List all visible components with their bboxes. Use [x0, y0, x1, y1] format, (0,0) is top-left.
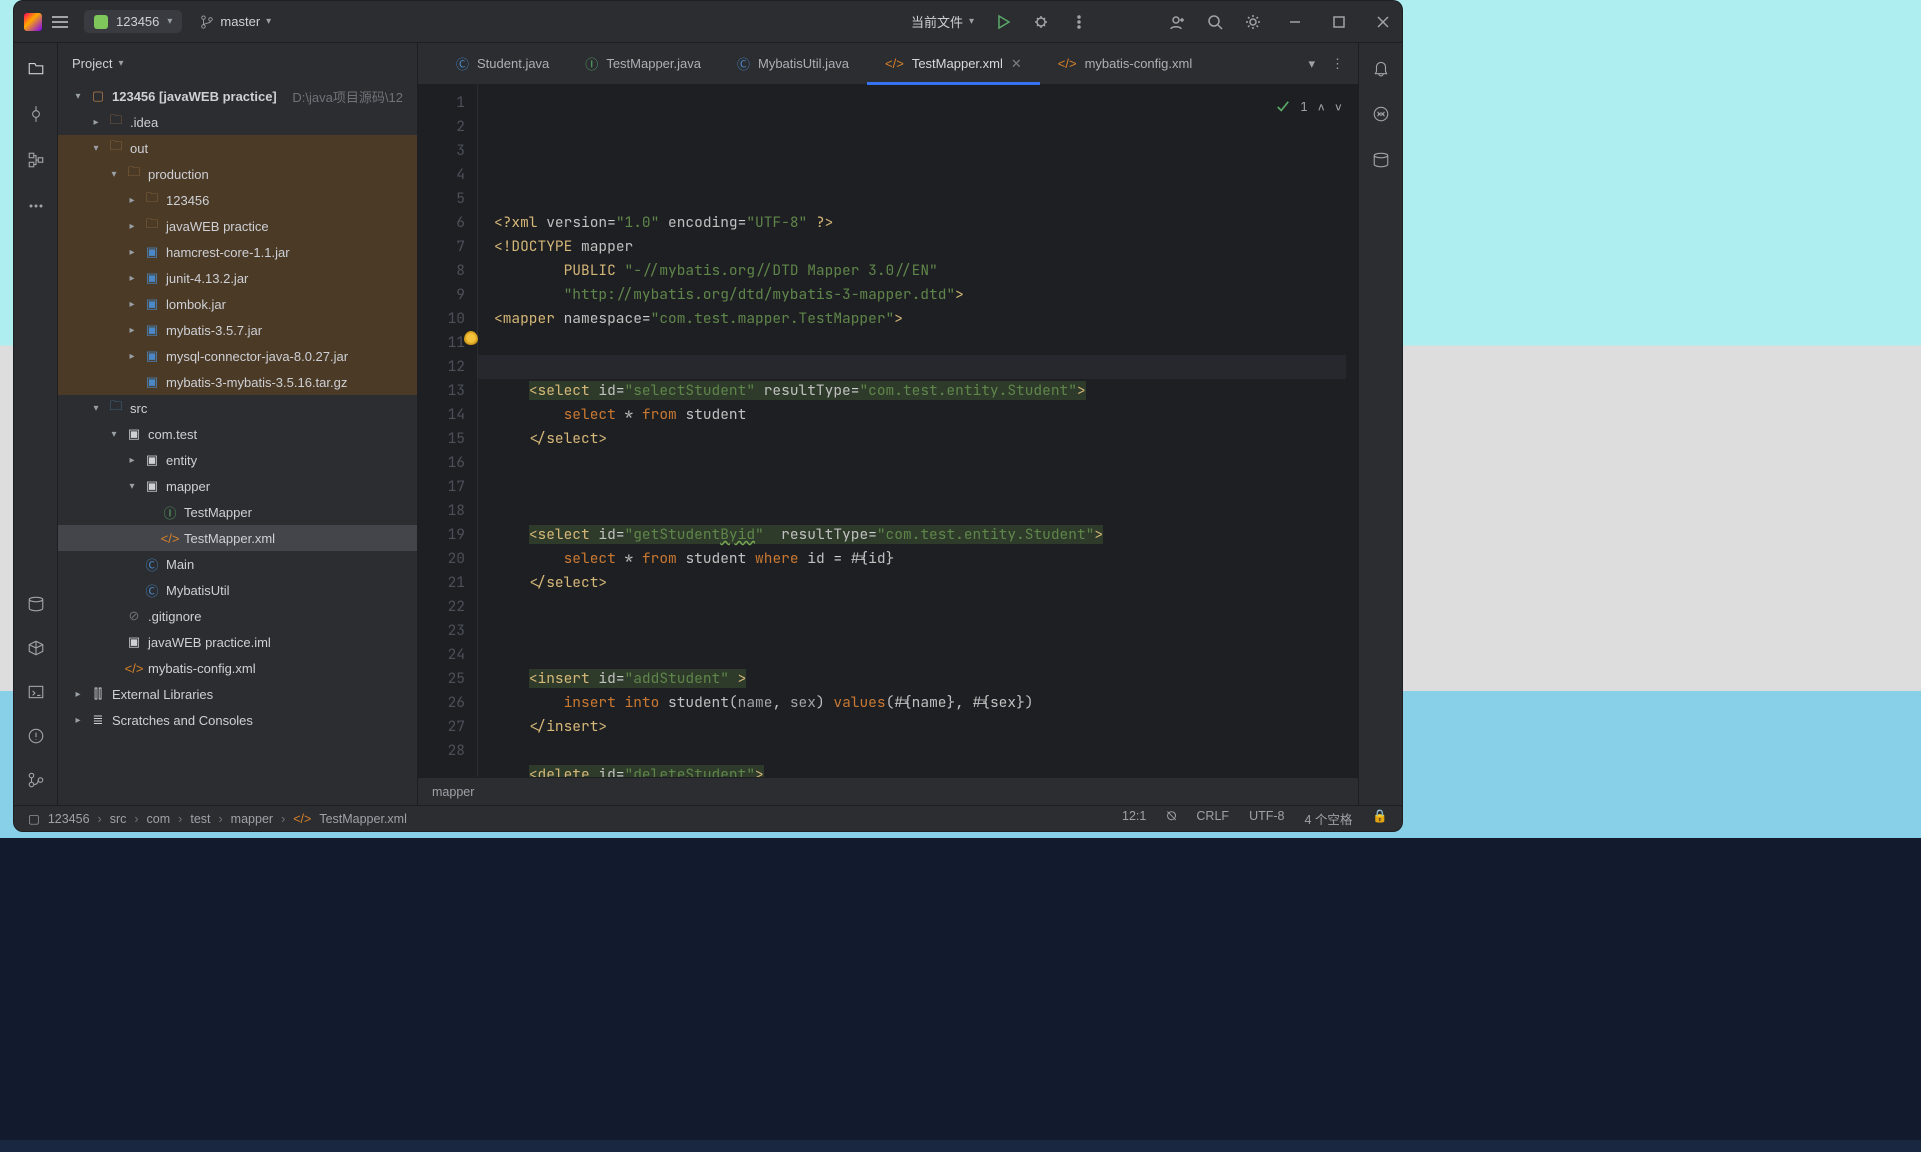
file-encoding[interactable]: UTF-8 [1249, 809, 1284, 828]
tree-folder-production[interactable]: ▾🗀production [58, 161, 417, 187]
tab-mybatis-config-xml[interactable]: </>mybatis-config.xml [1040, 43, 1210, 84]
chevron-down-icon: ▾ [266, 16, 271, 27]
tree-jar-hamcrest[interactable]: ▸▣hamcrest-core-1.1.jar [58, 239, 417, 265]
project-panel: Project ▾ ▾▢123456 [javaWEB practice] D:… [58, 43, 418, 805]
tree-file-testmapper-interface[interactable]: ⒾTestMapper [58, 499, 417, 525]
lock-icon[interactable]: 🔒 [1372, 809, 1388, 828]
run-config-selector[interactable]: 当前文件 ▾ [911, 12, 974, 31]
minimize-window-button[interactable] [1286, 13, 1304, 31]
tree-root[interactable]: ▾▢123456 [javaWEB practice] D:\java项目源码\… [58, 83, 417, 109]
project-name: 123456 [116, 14, 159, 29]
project-tree[interactable]: ▾▢123456 [javaWEB practice] D:\java项目源码\… [58, 83, 417, 805]
caret-position[interactable]: 12:1 [1122, 809, 1146, 828]
tree-jar-lombok[interactable]: ▸▣lombok.jar [58, 291, 417, 317]
branch-name: master [220, 14, 260, 29]
close-window-button[interactable] [1374, 13, 1392, 31]
inspection-widget[interactable]: 1 ∧ ∨ [1276, 95, 1342, 119]
branch-icon [200, 15, 214, 29]
tab-student-java[interactable]: ⒸStudent.java [438, 43, 567, 84]
left-tool-strip [14, 43, 58, 805]
tree-folder-idea[interactable]: ▸🗀.idea [58, 109, 417, 135]
structure-tool-button[interactable] [25, 149, 47, 171]
more-actions-button[interactable] [1070, 13, 1088, 31]
maximize-window-button[interactable] [1330, 13, 1348, 31]
more-tools-button[interactable] [25, 195, 47, 217]
version-control-tool-button[interactable] [25, 769, 47, 791]
title-bar: 123456 ▾ master ▾ 当前文件 ▾ [14, 1, 1402, 43]
tab-list-button[interactable]: ▾ [1308, 56, 1315, 72]
search-everywhere-button[interactable] [1206, 13, 1224, 31]
chevron-down-icon: ▾ [118, 58, 123, 69]
right-tool-strip [1358, 43, 1402, 805]
line-gutter: 1234567891011121314151617181920212223242… [418, 85, 478, 777]
debug-button[interactable] [1032, 13, 1050, 31]
editor-area: ⒸStudent.java ⒾTestMapper.java ⒸMybatisU… [418, 43, 1358, 805]
app-logo-icon [24, 13, 42, 31]
tree-file-gitignore[interactable]: ⊘.gitignore [58, 603, 417, 629]
tree-file-iml[interactable]: ▣javaWEB practice.iml [58, 629, 417, 655]
problems-tool-button[interactable] [25, 725, 47, 747]
code-with-me-button[interactable] [1168, 13, 1186, 31]
editor-crumb-bar[interactable]: mapper [418, 777, 1358, 805]
project-tool-button[interactable] [25, 57, 47, 79]
tree-jar-junit[interactable]: ▸▣junit-4.13.2.jar [58, 265, 417, 291]
tree-pkg-entity[interactable]: ▸▣entity [58, 447, 417, 473]
ide-window: 123456 ▾ master ▾ 当前文件 ▾ [13, 0, 1403, 832]
editor-tabs: ⒸStudent.java ⒾTestMapper.java ⒸMybatisU… [418, 43, 1358, 85]
code-editor[interactable]: 1234567891011121314151617181920212223242… [418, 85, 1358, 777]
ai-tool-button[interactable] [1370, 103, 1392, 125]
tree-folder-javaweb[interactable]: ▸🗀javaWEB practice [58, 213, 417, 239]
line-separator[interactable]: CRLF [1196, 809, 1229, 828]
run-config-label: 当前文件 [911, 12, 963, 31]
chevron-down-icon: ▾ [167, 16, 172, 27]
next-highlight-button[interactable]: ∨ [1335, 95, 1342, 119]
vcs-branch-selector[interactable]: master ▾ [192, 10, 279, 33]
tree-file-mybatisutil[interactable]: ⒸMybatisUtil [58, 577, 417, 603]
tree-folder-src[interactable]: ▾🗀src [58, 395, 417, 421]
project-panel-title: Project [72, 56, 112, 71]
tree-folder-out[interactable]: ▾🗀out [58, 135, 417, 161]
tree-file-main[interactable]: ⒸMain [58, 551, 417, 577]
indent-setting[interactable]: 4 个空格 [1304, 809, 1352, 828]
run-button[interactable] [994, 13, 1012, 31]
tree-scratches[interactable]: ▸≣Scratches and Consoles [58, 707, 417, 733]
tree-external-libraries[interactable]: ▸⫿⫿External Libraries [58, 681, 417, 707]
main-menu-button[interactable] [52, 16, 68, 28]
tab-testmapper-java[interactable]: ⒾTestMapper.java [567, 43, 719, 84]
database-tool-button[interactable] [25, 593, 47, 615]
tree-jar-mysql[interactable]: ▸▣mysql-connector-java-8.0.27.jar [58, 343, 417, 369]
tree-file-testmapper-xml[interactable]: </>TestMapper.xml [58, 525, 417, 551]
prev-highlight-button[interactable]: ∧ [1318, 95, 1325, 119]
tree-file-tar[interactable]: ▣mybatis-3-mybatis-3.5.16.tar.gz [58, 369, 417, 395]
tab-testmapper-xml[interactable]: </>TestMapper.xml✕ [867, 43, 1040, 84]
database-right-tool-button[interactable] [1370, 149, 1392, 171]
commit-tool-button[interactable] [25, 103, 47, 125]
project-panel-header[interactable]: Project ▾ [58, 43, 417, 83]
tree-jar-mybatis[interactable]: ▸▣mybatis-3.5.7.jar [58, 317, 417, 343]
tree-file-mybatis-config[interactable]: </>mybatis-config.xml [58, 655, 417, 681]
tab-mybatisutil-java[interactable]: ⒸMybatisUtil.java [719, 43, 867, 84]
tree-folder-123456[interactable]: ▸🗀123456 [58, 187, 417, 213]
settings-button[interactable] [1244, 13, 1262, 31]
terminal-tool-button[interactable] [25, 681, 47, 703]
services-tool-button[interactable] [25, 637, 47, 659]
navigation-breadcrumb[interactable]: ▢ 123456 › src › com › test › mapper › <… [28, 811, 407, 826]
tab-more-button[interactable]: ⋮ [1331, 56, 1344, 72]
project-selector[interactable]: 123456 ▾ [84, 10, 182, 33]
tree-pkg-comtest[interactable]: ▾▣com.test [58, 421, 417, 447]
close-icon[interactable]: ✕ [1011, 56, 1022, 72]
project-color-swatch [94, 15, 108, 29]
notifications-tool-button[interactable] [1370, 57, 1392, 79]
chevron-down-icon: ▾ [969, 16, 974, 27]
tree-pkg-mapper[interactable]: ▾▣mapper [58, 473, 417, 499]
intention-bulb-icon[interactable] [464, 331, 478, 345]
readonly-indicator[interactable]: ⦰ [1166, 809, 1176, 828]
status-bar: ▢ 123456 › src › com › test › mapper › <… [14, 805, 1402, 831]
